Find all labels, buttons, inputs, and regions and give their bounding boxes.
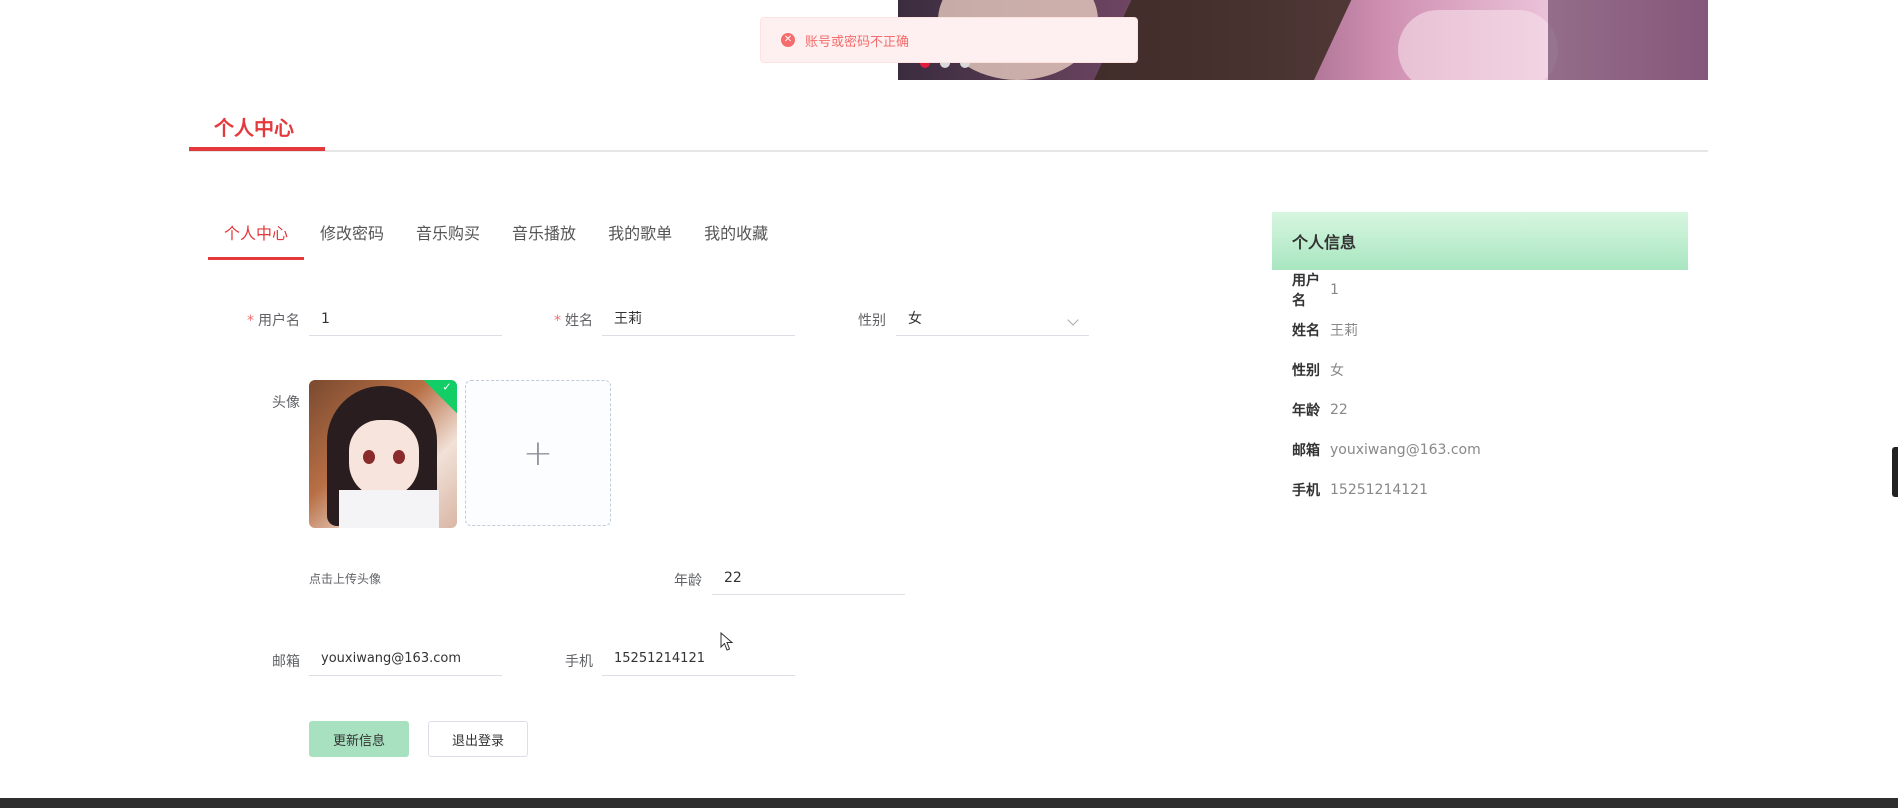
tab-my-playlist[interactable]: 我的歌单 <box>608 220 672 260</box>
info-value: 22 <box>1330 402 1348 418</box>
tab-change-password[interactable]: 修改密码 <box>320 220 384 260</box>
banner-image-part <box>1398 10 1558 80</box>
info-key: 姓名 <box>1292 323 1320 339</box>
chevron-down-icon <box>1067 314 1079 326</box>
avatar-upload-button[interactable]: + <box>465 380 611 526</box>
info-key: 手机 <box>1292 483 1320 499</box>
info-row-age: 年龄 22 <box>1272 390 1688 430</box>
upload-avatar-hint: 点击上传头像 <box>309 572 382 586</box>
info-key: 用户名 <box>1292 273 1320 309</box>
tab-music-purchase[interactable]: 音乐购买 <box>416 220 480 260</box>
tab-music-play[interactable]: 音乐播放 <box>512 220 576 260</box>
tab-bar: 个人中心 修改密码 音乐购买 音乐播放 我的歌单 我的收藏 <box>207 220 800 260</box>
plus-icon: + <box>522 432 554 474</box>
avatar-image-part <box>349 420 419 498</box>
gender-label: 性别 <box>858 313 886 329</box>
toast-message: 账号或密码不正确 <box>805 34 910 50</box>
avatar-label: 头像 <box>272 395 300 411</box>
page-title-underline <box>189 147 325 151</box>
avatar-image-part <box>393 450 405 464</box>
info-row-email: 邮箱 youxiwang@163.com <box>1272 430 1688 470</box>
email-input[interactable]: youxiwang@163.com <box>309 642 502 676</box>
scrollbar-handle[interactable] <box>1892 447 1898 497</box>
info-row-name: 姓名 王莉 <box>1272 310 1688 350</box>
update-info-button[interactable]: 更新信息 <box>309 721 409 757</box>
footer-bar <box>0 798 1898 808</box>
personal-info-card: 个人信息 用户名 1 姓名 王莉 性别 女 年龄 22 邮箱 youxiwang… <box>1272 212 1688 510</box>
info-key: 性别 <box>1292 363 1320 379</box>
info-value: 15251214121 <box>1330 482 1428 498</box>
tab-personal-center[interactable]: 个人中心 <box>207 220 305 260</box>
age-label: 年龄 <box>674 573 702 589</box>
mouse-cursor-icon <box>720 631 734 656</box>
phone-label: 手机 <box>565 654 593 670</box>
avatar-preview[interactable]: ✓ <box>309 380 457 528</box>
gender-select[interactable]: 女 <box>896 302 1089 336</box>
info-key: 年龄 <box>1292 403 1320 419</box>
phone-input[interactable]: 15251214121 <box>602 642 795 676</box>
info-key: 邮箱 <box>1292 443 1320 459</box>
card-title: 个人信息 <box>1272 212 1688 270</box>
name-label: * 姓名 <box>554 313 593 329</box>
avatar-image-part <box>339 490 439 528</box>
info-value: 1 <box>1330 282 1339 298</box>
error-icon: ✕ <box>781 33 795 47</box>
logout-button[interactable]: 退出登录 <box>428 721 528 757</box>
username-label: * 用户名 <box>247 313 300 329</box>
avatar-image-part <box>363 450 375 464</box>
gender-selected-value: 女 <box>908 311 922 327</box>
info-value: 王莉 <box>1330 323 1358 339</box>
banner-image-part <box>1548 0 1708 80</box>
page-title: 个人中心 <box>214 116 294 140</box>
page-divider <box>189 150 1708 152</box>
age-input[interactable]: 22 <box>712 561 905 595</box>
info-row-username: 用户名 1 <box>1272 270 1688 310</box>
error-toast: ✕ 账号或密码不正确 <box>760 17 1138 63</box>
info-row-gender: 性别 女 <box>1272 350 1688 390</box>
info-row-phone: 手机 15251214121 <box>1272 470 1688 510</box>
upload-success-badge: ✓ <box>422 380 457 414</box>
info-value: 女 <box>1330 363 1344 379</box>
info-value: youxiwang@163.com <box>1330 442 1481 458</box>
check-icon: ✓ <box>442 380 452 394</box>
tab-my-favorites[interactable]: 我的收藏 <box>704 220 768 260</box>
name-input[interactable]: 王莉 <box>602 302 795 336</box>
email-label: 邮箱 <box>272 654 300 670</box>
username-input[interactable]: 1 <box>309 302 502 336</box>
